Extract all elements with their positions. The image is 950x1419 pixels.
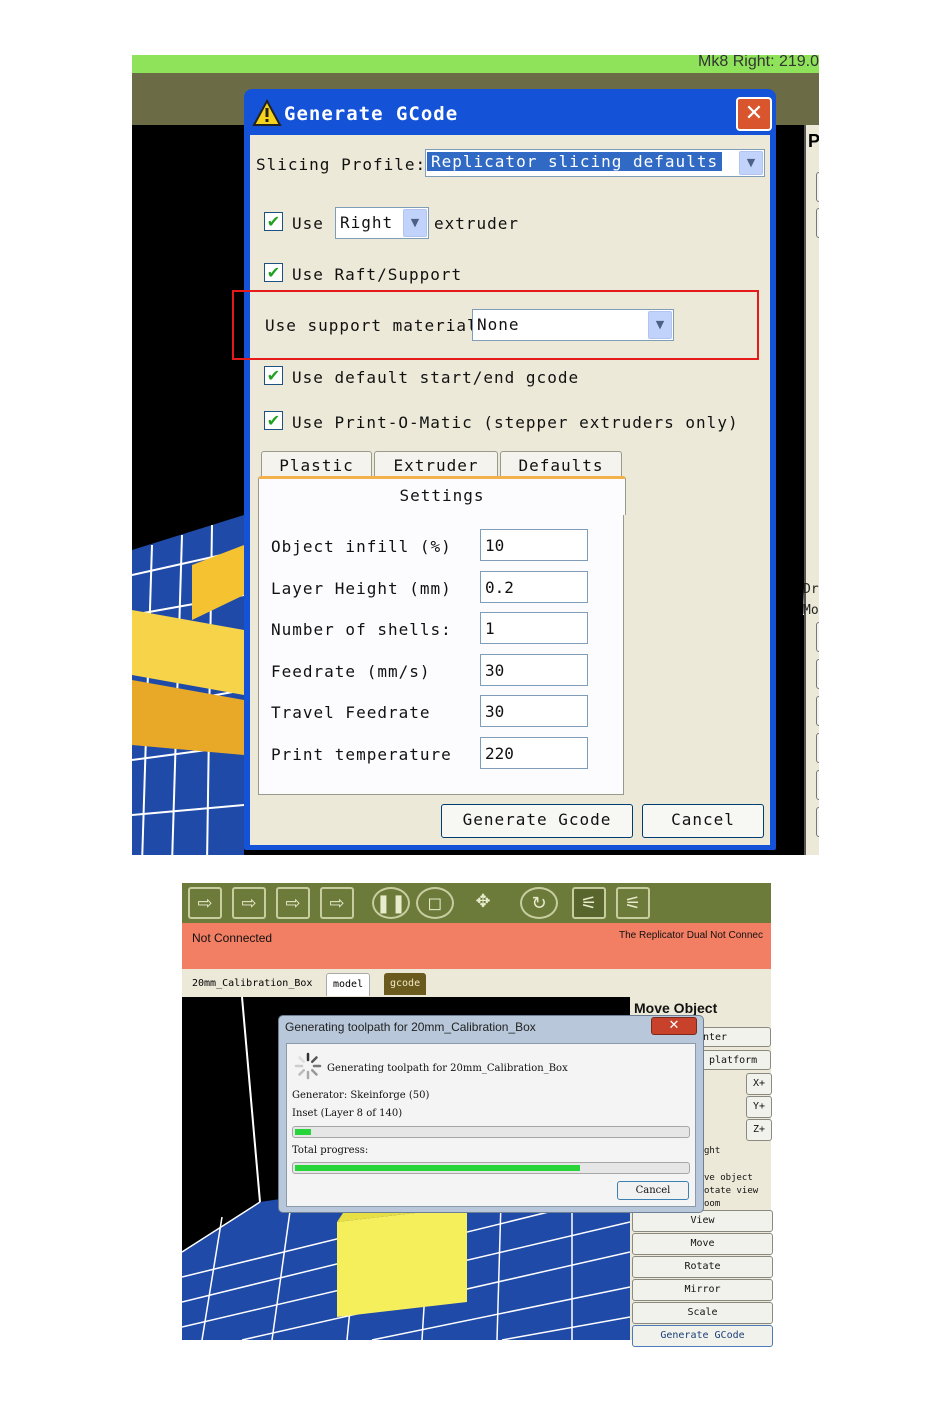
build-icon[interactable]: ⇨ xyxy=(276,887,310,919)
panel-button[interactable] xyxy=(816,807,819,837)
use-default-gcode-checkbox[interactable]: ✔ xyxy=(264,366,283,385)
use-raft-support-checkbox[interactable]: ✔ xyxy=(264,263,283,282)
field-label-feedrate: Feedrate (mm/s) xyxy=(271,662,431,681)
use-raft-support-label: Use Raft/Support xyxy=(292,265,463,284)
extruder-value: Right xyxy=(340,213,394,232)
panel-text: otate view xyxy=(704,1186,759,1196)
panel-button[interactable] xyxy=(816,770,819,800)
total-progress-fill xyxy=(295,1165,580,1171)
cancel-progress-button[interactable]: Cancel xyxy=(617,1181,689,1200)
travel-feedrate-input[interactable]: 30 xyxy=(480,695,588,727)
generate-gcode-side-button[interactable]: Generate GCode xyxy=(632,1325,773,1347)
cancel-button[interactable]: Cancel xyxy=(642,804,764,838)
x-plus-button[interactable]: X+ xyxy=(746,1073,772,1095)
use-print-o-matic-label: Use Print-O-Matic (stepper extruders onl… xyxy=(292,413,739,432)
field-label-layer-height: Layer Height (mm) xyxy=(271,579,452,598)
build-to-file-icon[interactable]: ⇨ xyxy=(320,887,354,919)
machine-status: The Replicator Dual Not Connec xyxy=(619,930,763,941)
refresh-icon[interactable]: ↻ xyxy=(520,887,558,919)
shells-input[interactable]: 1 xyxy=(480,612,588,644)
support-material-label: Use support material xyxy=(265,316,478,335)
chevron-down-icon[interactable]: ▼ xyxy=(403,209,427,237)
scale-button[interactable]: Scale xyxy=(632,1302,773,1324)
progress-dialog-title: Generating toolpath for 20mm_Calibration… xyxy=(285,1020,536,1034)
slicing-profile-select[interactable]: Replicator slicing defaults ▼ xyxy=(425,149,765,177)
panel-button[interactable] xyxy=(816,659,819,689)
dialog-title: Generate GCode xyxy=(284,103,459,125)
inset-progress-fill xyxy=(295,1129,311,1135)
right-extruder-info: Mk8 Right: 219.0 xyxy=(698,55,819,70)
tab-settings[interactable]: Settings xyxy=(258,476,626,515)
total-progress-bar xyxy=(292,1162,690,1174)
disconnect-icon[interactable]: ⚟ xyxy=(616,887,650,919)
use-print-o-matic-checkbox[interactable]: ✔ xyxy=(264,411,283,430)
open-file-icon[interactable]: ⇨ xyxy=(188,887,222,919)
warning-icon xyxy=(252,99,282,126)
generate-gcode-button[interactable]: Generate Gcode xyxy=(441,804,633,838)
panel-text: ght xyxy=(704,1146,721,1156)
chevron-down-icon[interactable]: ▼ xyxy=(648,311,672,339)
connect-icon[interactable]: ⚟ xyxy=(572,887,606,919)
z-plus-button[interactable]: Z+ xyxy=(746,1119,772,1141)
inset-progress-bar xyxy=(292,1126,690,1138)
use-default-gcode-label: Use default start/end gcode xyxy=(292,368,580,387)
toolbar: ⇨ ⇨ ⇨ ⇨ ❚❚ ◻ ✥ ↻ ⚟ ⚟ xyxy=(182,883,771,923)
move-icon[interactable]: ✥ xyxy=(466,887,500,919)
close-icon[interactable]: ✕ xyxy=(736,97,772,131)
infill-input[interactable]: 10 xyxy=(480,529,588,561)
panel-button[interactable] xyxy=(816,172,819,202)
panel-label-dr: Dr xyxy=(803,582,819,597)
save-file-icon[interactable]: ⇨ xyxy=(232,887,266,919)
move-button[interactable]: Move xyxy=(632,1233,773,1255)
print-temperature-input[interactable]: 220 xyxy=(480,737,588,769)
total-progress-label: Total progress: xyxy=(292,1145,369,1156)
y-plus-button[interactable]: Y+ xyxy=(746,1096,772,1118)
extruder-select[interactable]: Right ▼ xyxy=(335,207,429,239)
chevron-down-icon[interactable]: ▼ xyxy=(739,151,763,175)
support-material-value: None xyxy=(477,315,520,334)
progress-dialog-body: Generating toolpath for 20mm_Calibration… xyxy=(286,1043,696,1207)
panel-button[interactable] xyxy=(816,208,819,238)
rotate-button[interactable]: Rotate xyxy=(632,1256,773,1278)
panel-text: oom xyxy=(704,1199,721,1209)
slicing-profile-label: Slicing Profile: xyxy=(256,155,427,174)
panel-label-mo: Mo xyxy=(803,603,819,618)
extruder-suffix-label: extruder xyxy=(434,214,520,233)
mirror-button[interactable]: Mirror xyxy=(632,1279,773,1301)
bottom-strip xyxy=(132,855,819,864)
tab-model[interactable]: model xyxy=(326,973,371,996)
toolpath-progress-dialog: Generating toolpath for 20mm_Calibration… xyxy=(278,1015,704,1213)
close-icon[interactable]: ✕ xyxy=(651,1017,697,1035)
view-button[interactable]: View xyxy=(632,1210,773,1232)
panel-label: P xyxy=(808,131,819,151)
field-label-print-temperature: Print temperature xyxy=(271,745,452,764)
panel-button[interactable] xyxy=(816,733,819,763)
field-label-travel-feedrate: Travel Feedrate xyxy=(271,703,431,722)
spinner-icon xyxy=(294,1052,322,1080)
panel-button[interactable] xyxy=(816,696,819,726)
field-label-infill: Object infill (%) xyxy=(271,537,452,556)
support-material-select[interactable]: None ▼ xyxy=(472,309,674,341)
slicing-profile-value: Replicator slicing defaults xyxy=(427,152,723,171)
use-label: Use xyxy=(292,214,324,233)
status-bar: Not Connected The Replicator Dual Not Co… xyxy=(182,923,771,969)
stop-icon[interactable]: ◻ xyxy=(416,887,454,919)
generator-text: Generator: Skeinforge (50) xyxy=(292,1090,430,1101)
panel-text: ve object xyxy=(704,1173,753,1183)
layer-height-input[interactable]: 0.2 xyxy=(480,571,588,603)
pause-icon[interactable]: ❚❚ xyxy=(372,887,410,919)
use-extruder-checkbox[interactable]: ✔ xyxy=(264,212,283,231)
panel-button[interactable] xyxy=(816,622,819,652)
feedrate-input[interactable]: 30 xyxy=(480,654,588,686)
tab-file-name[interactable]: 20mm_Calibration_Box xyxy=(186,973,318,995)
document-tabs: 20mm_Calibration_Box model gcode xyxy=(182,969,771,997)
inset-text: Inset (Layer 8 of 140) xyxy=(292,1108,403,1119)
move-object-title: Move Object xyxy=(634,1000,718,1016)
connection-status: Not Connected xyxy=(192,931,273,945)
tab-gcode[interactable]: gcode xyxy=(384,973,427,995)
progress-heading: Generating toolpath for 20mm_Calibration… xyxy=(327,1063,568,1074)
field-label-shells: Number of shells: xyxy=(271,620,452,639)
